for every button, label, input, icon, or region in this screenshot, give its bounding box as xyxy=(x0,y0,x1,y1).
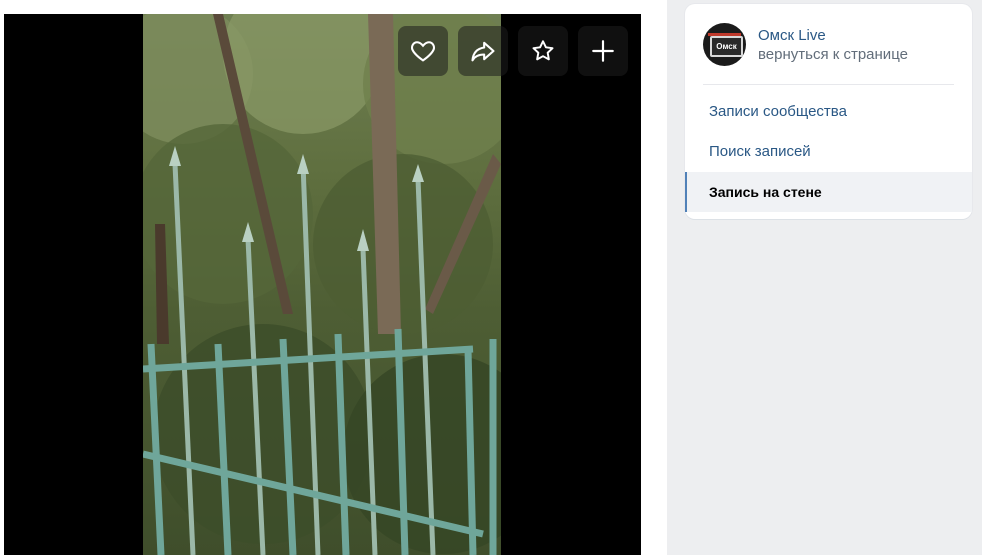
video-frame[interactable] xyxy=(143,14,501,555)
add-button[interactable] xyxy=(578,26,628,76)
avatar[interactable]: Омск xyxy=(703,23,746,66)
group-text: Омск Live вернуться к странице xyxy=(758,26,908,64)
menu-item-wall-post[interactable]: Запись на стене xyxy=(685,172,972,212)
omsk-logo: Омск xyxy=(710,36,743,57)
side-menu: Записи сообщества Поиск записей Запись н… xyxy=(685,92,972,212)
group-name-link[interactable]: Омск Live xyxy=(758,26,908,45)
video-player[interactable] xyxy=(4,14,641,555)
left-pane xyxy=(0,0,667,555)
plus-icon xyxy=(592,40,614,62)
video-scene xyxy=(143,14,501,555)
side-navigation-card: Омск Омск Live вернуться к странице Запи… xyxy=(685,4,972,219)
back-to-page-link[interactable]: вернуться к странице xyxy=(758,45,908,64)
group-header-link[interactable]: Омск Омск Live вернуться к странице xyxy=(703,23,908,66)
share-icon xyxy=(471,41,495,62)
divider xyxy=(703,84,954,85)
share-button[interactable] xyxy=(458,26,508,76)
star-icon xyxy=(532,40,554,61)
avatar-logo-text: Омск xyxy=(716,42,737,51)
menu-item-community-posts[interactable]: Записи сообщества xyxy=(685,92,972,132)
favorite-button[interactable] xyxy=(518,26,568,76)
like-button[interactable] xyxy=(398,26,448,76)
menu-item-search-posts[interactable]: Поиск записей xyxy=(685,132,972,172)
heart-icon xyxy=(410,41,436,62)
video-actions xyxy=(398,26,628,76)
